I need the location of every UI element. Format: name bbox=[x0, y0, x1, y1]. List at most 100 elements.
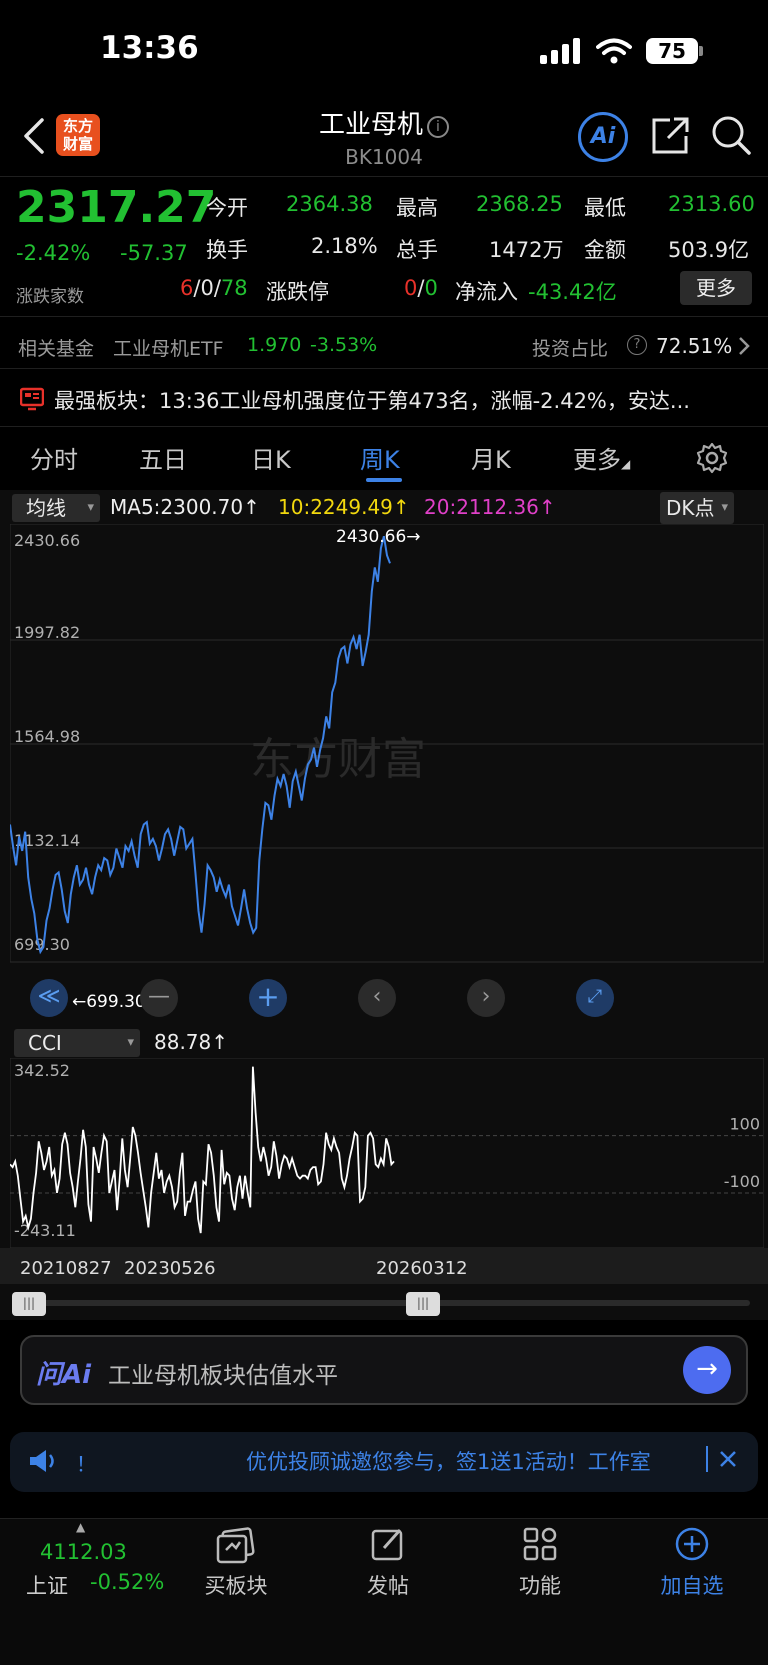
open-value: 2364.38 bbox=[286, 192, 373, 216]
ma20-value: 20:2112.36↑ bbox=[424, 495, 556, 519]
fund-label: 相关基金 bbox=[18, 338, 95, 360]
wifi-icon bbox=[596, 38, 632, 64]
ai-button[interactable]: Ai bbox=[578, 112, 628, 162]
cci-y-label: -243.11 bbox=[14, 1221, 76, 1240]
open-label: 今开 bbox=[206, 196, 248, 220]
turnover-label: 换手 bbox=[206, 238, 248, 262]
tab-daily-k[interactable]: 日K bbox=[251, 440, 291, 475]
change-amount: -57.37 bbox=[120, 241, 188, 265]
min-price-label: ←699.30 bbox=[72, 992, 146, 1012]
amount-value: 503.9亿 bbox=[668, 238, 750, 262]
fund-price: 1.970 bbox=[247, 334, 302, 356]
settings-icon[interactable] bbox=[696, 442, 728, 474]
function-grid-icon[interactable] bbox=[522, 1526, 558, 1562]
fullscreen-button[interactable]: ⤢ bbox=[576, 979, 614, 1017]
max-price-label: 2430.66→ bbox=[336, 527, 421, 547]
range-handle-start[interactable]: ||| bbox=[12, 1292, 46, 1316]
index-value[interactable]: 4112.03 bbox=[40, 1540, 127, 1564]
promo-text[interactable]: 优优投顾诚邀您参与，签1送1活动！工作室 bbox=[246, 1446, 651, 1476]
date-tick-1: 20210827 bbox=[20, 1258, 112, 1279]
nav-buy-board[interactable]: 买板块 bbox=[176, 1570, 296, 1600]
page-title: 工业母机 i bbox=[250, 104, 518, 141]
status-time: 13:36 bbox=[100, 30, 199, 66]
dk-point-button[interactable]: DK点 bbox=[660, 492, 734, 524]
scroll-left-fast-button[interactable]: ≪ bbox=[30, 979, 68, 1017]
ask-ai-brand: 问Ai bbox=[36, 1360, 92, 1390]
cci-line bbox=[10, 1066, 395, 1234]
cci-chart[interactable]: 342.52 100 -100 -243.11 bbox=[10, 1058, 764, 1248]
zoom-in-button[interactable]: + bbox=[249, 979, 287, 1017]
turnover-value: 2.18% bbox=[311, 234, 378, 258]
tab-weekly-k[interactable]: 周K bbox=[360, 440, 400, 475]
ratio-label: 投资占比 bbox=[532, 338, 609, 360]
change-percent: -2.42% bbox=[16, 241, 91, 265]
scroll-left-button[interactable]: ‹ bbox=[358, 979, 396, 1017]
zoom-out-button[interactable]: — bbox=[140, 979, 178, 1017]
help-icon[interactable]: ? bbox=[627, 335, 647, 355]
ask-send-button[interactable]: → bbox=[683, 1346, 731, 1394]
range-track bbox=[16, 1300, 750, 1306]
low-value: 2313.60 bbox=[668, 192, 755, 216]
cci-y-label: 342.52 bbox=[14, 1061, 70, 1080]
index-change: -0.52% bbox=[90, 1570, 165, 1594]
scroll-right-button[interactable]: › bbox=[467, 979, 505, 1017]
tab-more[interactable]: 更多◢ bbox=[573, 440, 630, 475]
cci-threshold-label: 100 bbox=[729, 1115, 760, 1134]
amount-label: 金额 bbox=[584, 238, 626, 262]
info-icon[interactable]: i bbox=[427, 116, 449, 138]
index-arrow-icon: ▲ bbox=[76, 1520, 86, 1534]
y-tick-label: 699.30 bbox=[14, 935, 70, 954]
cci-threshold-label: -100 bbox=[724, 1172, 760, 1191]
post-icon[interactable] bbox=[370, 1526, 406, 1562]
current-price: 2317.27 bbox=[16, 182, 217, 233]
add-watchlist-icon[interactable] bbox=[674, 1526, 710, 1562]
tab-active-indicator bbox=[366, 478, 402, 482]
limit-label: 涨跌停 bbox=[266, 280, 329, 304]
close-icon[interactable] bbox=[719, 1450, 737, 1468]
more-button[interactable]: 更多 bbox=[680, 271, 752, 305]
ask-ai-prompt: 工业母机板块估值水平 bbox=[108, 1363, 338, 1389]
battery-level: 75 bbox=[646, 38, 698, 64]
breadth-values: 6/0/78 bbox=[180, 276, 248, 300]
share-icon[interactable] bbox=[650, 114, 690, 156]
chevron-right-icon[interactable] bbox=[738, 336, 750, 356]
fund-change: -3.53% bbox=[310, 334, 378, 356]
low-label: 最低 bbox=[584, 196, 626, 220]
ma5-value: MA5:2300.70↑ bbox=[110, 495, 260, 519]
netflow-value: -43.42亿 bbox=[528, 280, 617, 304]
buy-board-icon[interactable] bbox=[214, 1526, 258, 1566]
volume-label: 总手 bbox=[396, 238, 438, 262]
ma-select[interactable]: 均线 bbox=[12, 494, 100, 522]
price-chart[interactable]: 2430.661997.821564.981132.14699.30 东方财富 … bbox=[10, 524, 764, 1024]
search-icon[interactable] bbox=[710, 114, 752, 156]
y-tick-label: 2430.66 bbox=[14, 531, 80, 550]
limit-values: 0/0 bbox=[404, 276, 438, 300]
nav-post[interactable]: 发帖 bbox=[328, 1570, 448, 1600]
date-tick-2: 20230526 bbox=[124, 1258, 216, 1279]
volume-value: 1472万 bbox=[489, 238, 564, 262]
tab-five-day[interactable]: 五日 bbox=[139, 440, 187, 475]
speaker-icon bbox=[30, 1450, 54, 1472]
indicator-value: 88.78↑ bbox=[154, 1030, 229, 1054]
tab-intraday[interactable]: 分时 bbox=[30, 440, 78, 475]
breadth-label: 涨跌家数 bbox=[16, 287, 84, 307]
ratio-value: 72.51% bbox=[656, 334, 733, 358]
netflow-label: 净流入 bbox=[455, 280, 518, 304]
high-value: 2368.25 bbox=[476, 192, 563, 216]
nav-function[interactable]: 功能 bbox=[480, 1570, 600, 1600]
promo-mark: ！ bbox=[76, 1452, 96, 1476]
watermark: 东方财富 bbox=[250, 734, 426, 785]
news-icon bbox=[20, 387, 44, 411]
brand-logo: 东方 财富 bbox=[56, 114, 100, 156]
nav-add-watchlist[interactable]: 加自选 bbox=[632, 1570, 752, 1600]
news-ticker[interactable]: 最强板块：13:36工业母机强度位于第473名，涨幅-2.42%，安达... bbox=[54, 385, 754, 415]
back-icon[interactable] bbox=[22, 118, 46, 154]
tab-monthly-k[interactable]: 月K bbox=[471, 440, 511, 475]
ma10-value: 10:2249.49↑ bbox=[278, 495, 410, 519]
range-handle-end[interactable]: ||| bbox=[406, 1292, 440, 1316]
battery-tip bbox=[699, 46, 703, 56]
index-name[interactable]: 上证 bbox=[26, 1570, 68, 1600]
fund-name[interactable]: 工业母机ETF bbox=[113, 334, 224, 361]
indicator-select[interactable]: CCI bbox=[14, 1029, 140, 1057]
board-code: BK1004 bbox=[345, 145, 423, 169]
